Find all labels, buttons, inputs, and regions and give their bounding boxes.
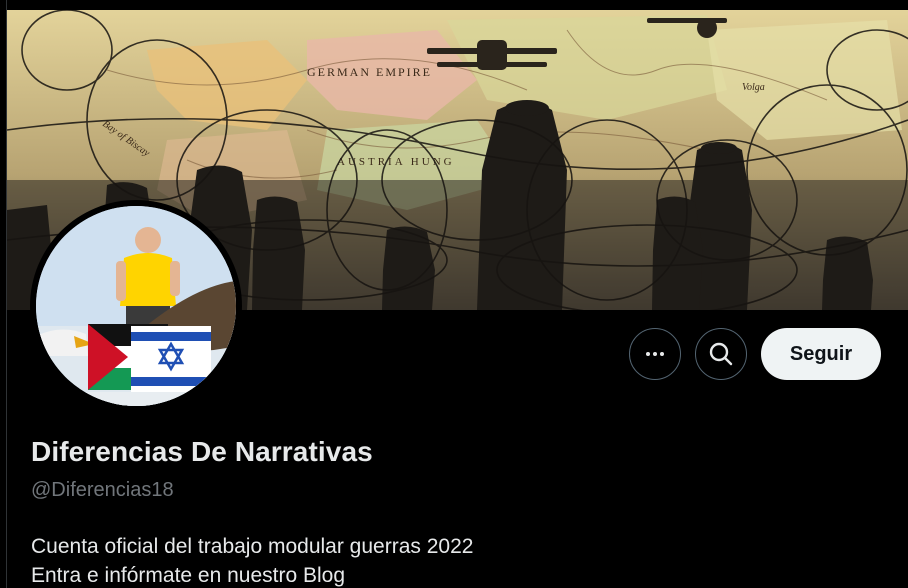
profile-page: GERMAN EMPIRE AUSTRIA HUNG Bay of Biscay… [0,0,908,588]
avatar-image [36,206,236,406]
profile-bio: Cuenta oficial del trabajo modular guerr… [31,532,473,588]
more-horizontal-icon [646,352,664,356]
follow-button[interactable]: Seguir [761,328,881,380]
search-icon [709,342,733,366]
map-label-volga: Volga [742,82,765,93]
bio-line: Cuenta oficial del trabajo modular guerr… [31,535,474,558]
avatar-border [30,200,242,412]
israel-flag-icon [131,326,211,392]
display-name: Diferencias De Narrativas [31,436,373,467]
avatar[interactable] [36,206,236,406]
username-handle: @Diferencias18 [31,479,174,501]
more-options-button[interactable] [629,328,681,380]
search-profile-button[interactable] [695,328,747,380]
map-label-german-empire: GERMAN EMPIRE [307,65,432,79]
bio-line: Entra e infórmate en nuestro Blog [31,564,346,587]
